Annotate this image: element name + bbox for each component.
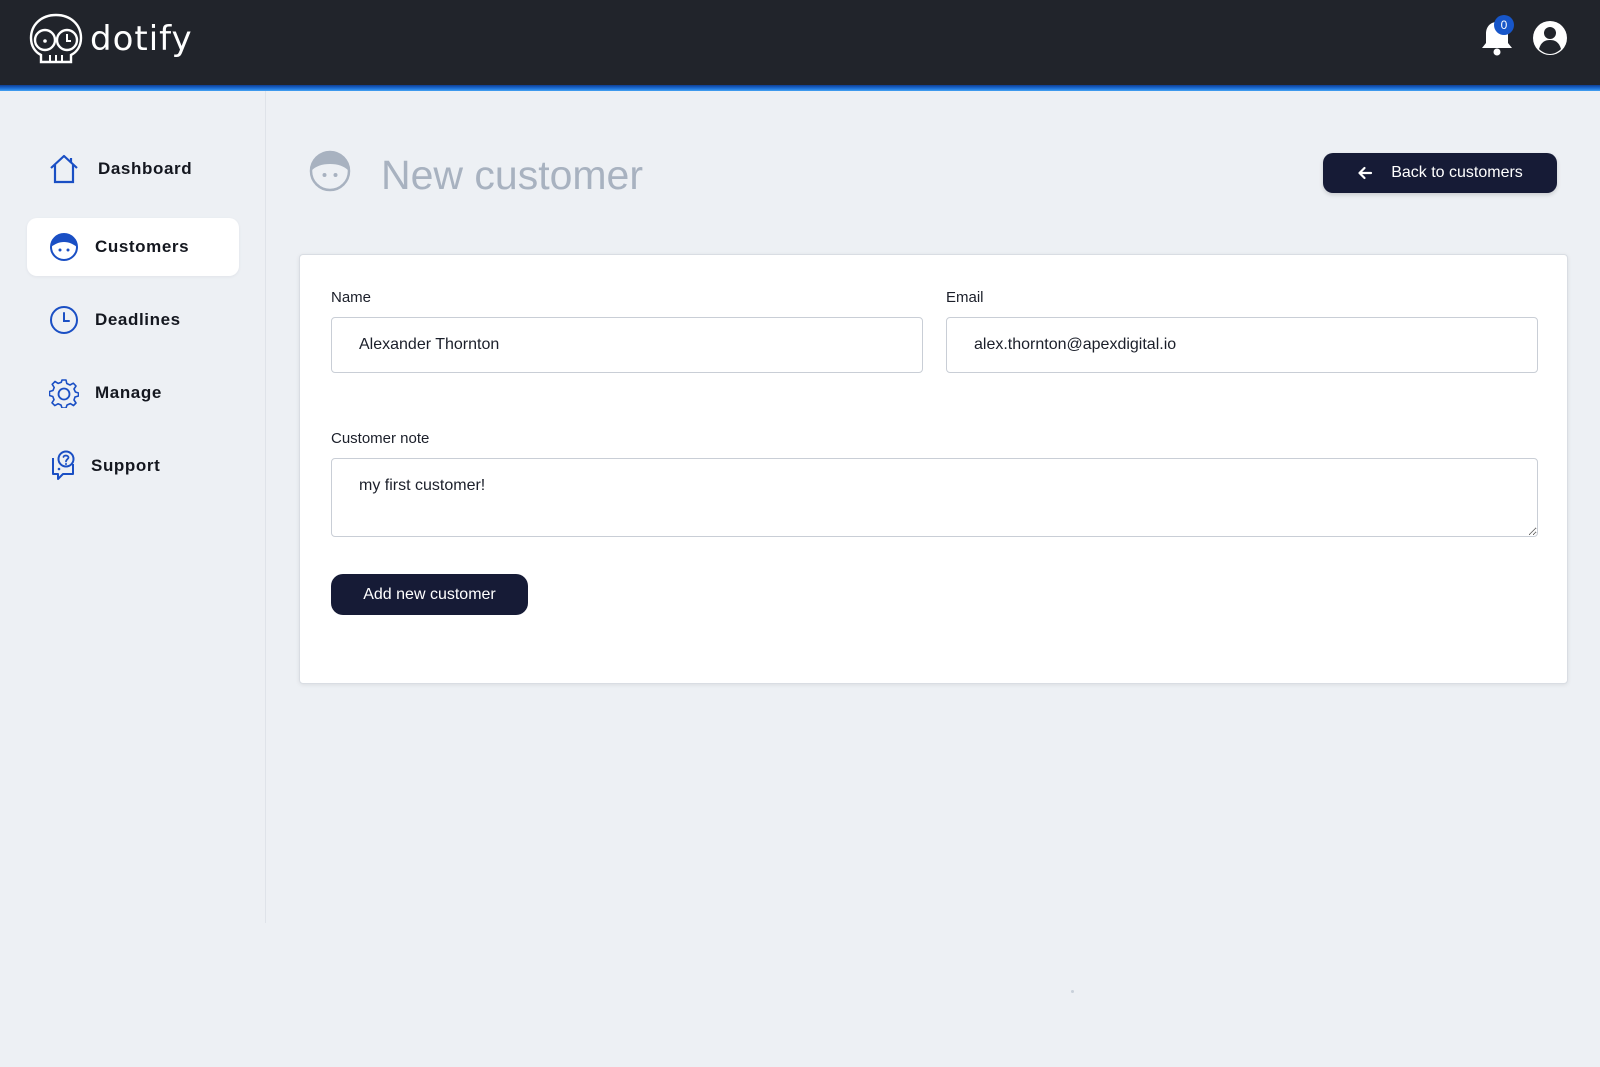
customer-note-label: Customer note	[331, 430, 430, 447]
name-field[interactable]	[331, 317, 923, 373]
new-customer-form: Name Email Customer note my first custom…	[299, 254, 1568, 684]
home-icon	[47, 152, 81, 186]
sidebar-item-label: Manage	[95, 383, 162, 402]
arrow-left-icon	[1358, 166, 1373, 180]
page-title: New customer	[381, 152, 644, 198]
account-icon[interactable]	[1532, 20, 1568, 56]
clock-icon	[47, 303, 81, 337]
customer-note-field[interactable]: my first customer!	[331, 458, 1538, 537]
email-field[interactable]	[946, 317, 1538, 373]
name-label: Name	[331, 289, 372, 306]
add-new-customer-button[interactable]: Add new customer	[331, 574, 528, 615]
back-to-customers-button[interactable]: Back to customers	[1323, 153, 1557, 193]
sidebar-item-manage[interactable]: Manage	[27, 364, 239, 422]
sidebar-item-label: Dashboard	[98, 159, 193, 178]
sidebar: Dashboard Customers Deadlines Manage Sup…	[0, 91, 266, 923]
back-button-label: Back to customers	[1391, 164, 1523, 181]
decorative-dot	[1071, 990, 1074, 993]
sidebar-item-support[interactable]: Support	[27, 437, 239, 495]
top-bar: dotify 0	[0, 0, 1600, 85]
gear-icon	[47, 376, 81, 410]
app-logo[interactable]: dotify	[28, 13, 193, 65]
logo-text: dotify	[90, 19, 193, 59]
sidebar-item-customers[interactable]: Customers	[27, 218, 239, 276]
customer-face-icon	[309, 150, 351, 192]
email-label: Email	[946, 289, 984, 306]
sidebar-item-dashboard[interactable]: Dashboard	[27, 140, 239, 198]
notification-badge: 0	[1494, 15, 1514, 35]
sidebar-item-deadlines[interactable]: Deadlines	[27, 291, 239, 349]
sidebar-item-label: Customers	[95, 237, 190, 256]
customer-face-icon	[47, 230, 81, 264]
sidebar-item-label: Deadlines	[95, 310, 181, 329]
dotify-skull-icon	[29, 13, 83, 64]
support-icon	[47, 449, 81, 483]
sidebar-item-label: Support	[91, 456, 161, 475]
